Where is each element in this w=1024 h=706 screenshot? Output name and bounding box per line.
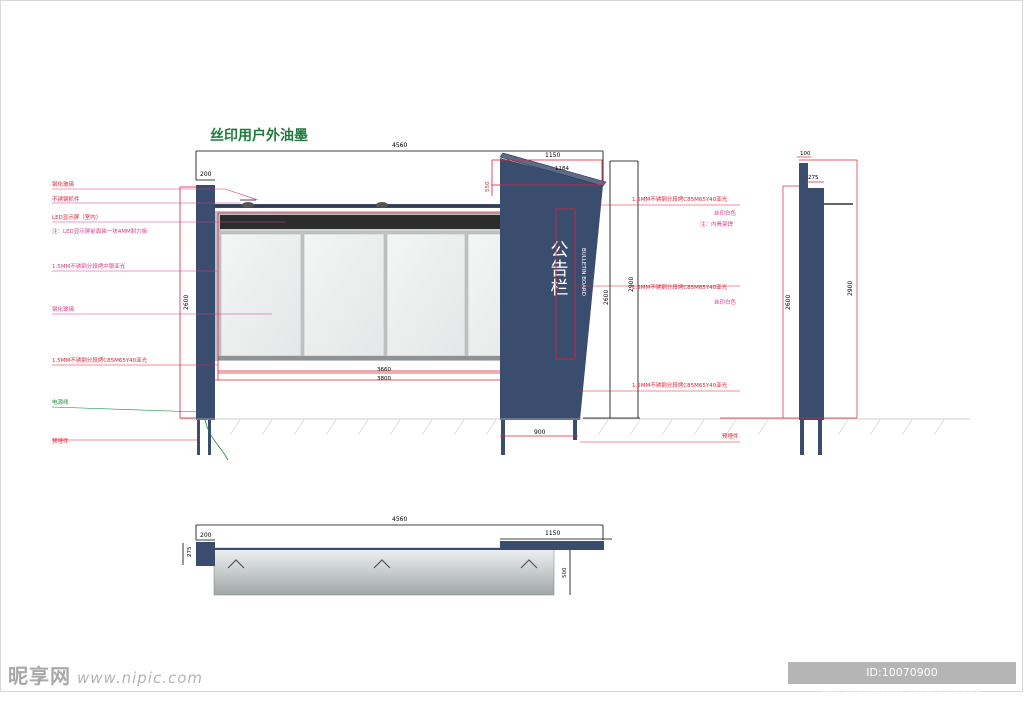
watermark-brand: 昵享网 www.nipic.com <box>8 660 203 689</box>
dim-board-outer: 3800 <box>377 376 391 382</box>
plan-right-panel <box>500 541 604 550</box>
dim-top-overall-text: 4560 <box>392 142 407 149</box>
plan-dim-275: 275 <box>187 546 193 557</box>
ground-hatch <box>229 419 945 436</box>
side-dim-2900: 2900 <box>847 281 854 296</box>
side-post <box>799 188 824 420</box>
plan-dim-500: 500 <box>562 567 568 578</box>
label-inner-frame: 注：内骨架焊 <box>700 220 734 228</box>
dim-base: 900 <box>534 429 546 436</box>
label-base-navy: 1.5MM不锈钢分段烤C85M65Y40亚光 <box>632 381 728 389</box>
label-panel-navy: 1.5MM不锈钢分段烤C85M65Y40亚光 <box>632 283 728 291</box>
plan-left-post <box>196 542 215 566</box>
label-embedded-part-right: 预埋件 <box>722 432 739 440</box>
label-led-screen: LED显示屏（室内） <box>52 213 101 221</box>
dim-roof-inner: 1184 <box>555 166 569 172</box>
watermark-brand-text: 昵享网 <box>8 664 71 688</box>
watermark-url: www.nipic.com <box>77 669 204 687</box>
watermark-id: ID:10070900 NO:20120919131603266119 <box>788 662 1016 701</box>
dim-board-inner: 3660 <box>377 367 391 373</box>
side-dim-2600: 2600 <box>785 295 792 310</box>
label-embedded-part: 预埋件 <box>52 437 69 445</box>
left-post-leg-a <box>197 420 200 455</box>
side-leg-b <box>818 420 822 455</box>
panel-subtitle: BULLETIN BOARD <box>580 248 586 296</box>
side-cap <box>799 163 808 188</box>
dim-roof: 1150 <box>545 152 560 159</box>
label-tempered-glass: 钢化玻璃 <box>52 180 75 188</box>
dim-left-height: 2600 <box>183 295 190 310</box>
left-labels: 钢化玻璃 不锈钢抓件 LED显示屏（室内） 注：LED显示屏前面装一块4MM耐力… <box>52 180 148 445</box>
side-dim-275: 275 <box>808 175 819 181</box>
label-stainless-clamp: 不锈钢抓件 <box>52 195 80 203</box>
label-power-cable: 电源线 <box>52 398 69 406</box>
side-leg-a <box>800 420 804 455</box>
side-dim-100: 100 <box>800 151 811 157</box>
right-panel-leg-a <box>501 420 505 455</box>
label-roof-navy: 1.5MM不锈钢分段烤C85M65Y40亚光 <box>632 195 728 203</box>
label-silkscreen-white-2: 丝印白色 <box>714 298 737 306</box>
plan-dim-200: 200 <box>200 532 212 539</box>
title: 丝印用户外油墨 <box>210 127 308 144</box>
plan-dim-overall: 4560 <box>392 516 407 523</box>
plan-dim-1150: 1150 <box>545 530 560 537</box>
label-led-note: 注：LED显示屏前面装一块4MM耐力板 <box>52 227 148 235</box>
side-dim-lines <box>720 156 858 419</box>
right-labels: 1.5MM不锈钢分段烤C85M65Y40亚光 丝印白色 注：内骨架焊 1.5MM… <box>632 195 739 440</box>
left-post <box>196 185 215 420</box>
right-panel-leg-b <box>573 420 577 440</box>
dim-right-2600: 2600 <box>603 290 610 305</box>
label-frame-navy: 1.5MM不锈钢分段烤C85M65Y40亚光 <box>52 356 148 364</box>
right-leaders <box>575 204 740 443</box>
dim-550: 550 <box>485 181 491 192</box>
plan-glass <box>213 547 555 596</box>
bulletin-board-drawing: 丝印用户外油墨 4560 200 3660 3800 2600 公告栏 BULL… <box>51 127 970 596</box>
label-tempered-glass-2: 钢化玻璃 <box>52 305 75 313</box>
label-frame-silver: 1.5MM不锈钢分段烤中银亚光 <box>52 262 126 270</box>
label-silkscreen-white: 丝印白色 <box>714 209 737 217</box>
dim-post-text: 200 <box>200 171 212 178</box>
panel-title: 公告栏 <box>548 240 569 297</box>
left-post-leg-b <box>208 420 211 455</box>
